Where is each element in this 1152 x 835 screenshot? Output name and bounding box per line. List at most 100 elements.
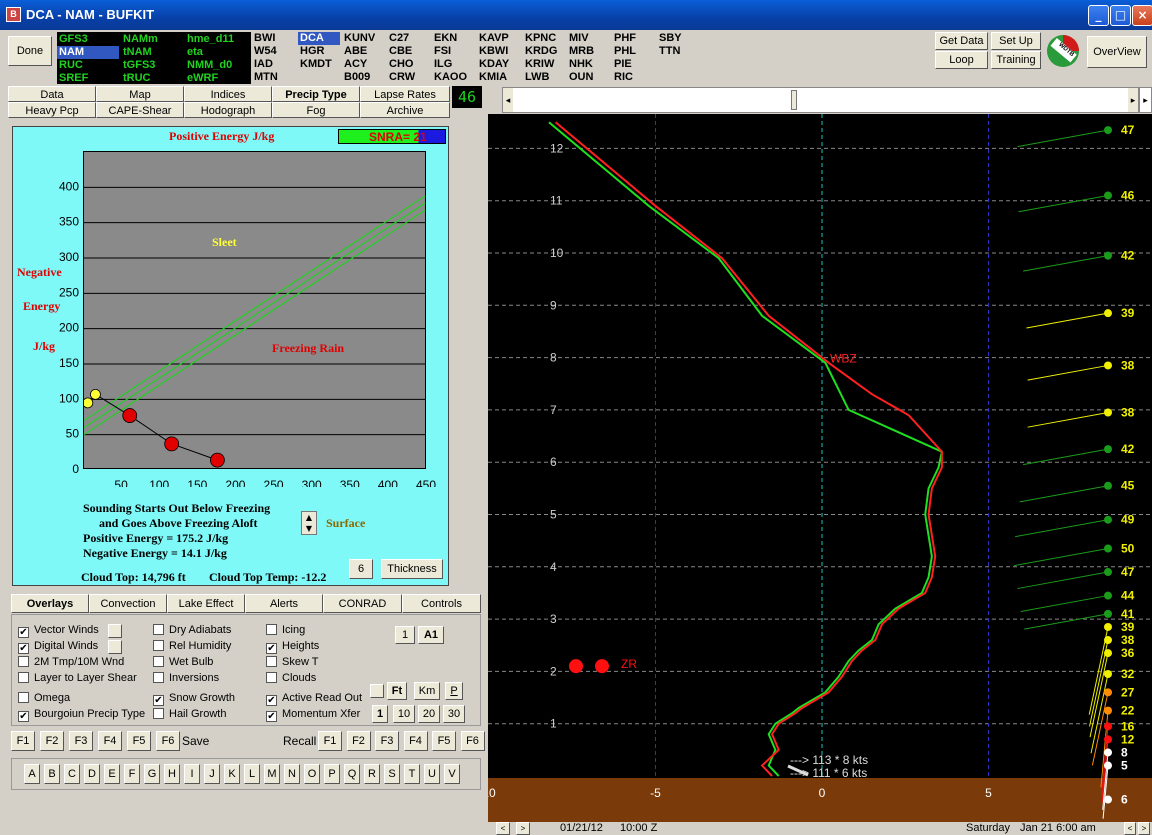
tab-conrad[interactable]: CONRAD — [323, 594, 402, 613]
checkbox-inversions[interactable]: Inversions — [153, 672, 219, 684]
checkbox-digital-winds[interactable]: ✔ Digital Winds — [18, 640, 98, 654]
model-item[interactable]: SREF — [59, 72, 88, 85]
station-item[interactable]: PHF — [614, 32, 636, 45]
fkey-right-f5[interactable]: F5 — [432, 731, 456, 751]
tab-map[interactable]: Map — [96, 86, 184, 102]
interval-10-button[interactable]: 10 — [393, 705, 415, 723]
letter-key-q[interactable]: Q — [344, 764, 360, 784]
letter-key-r[interactable]: R — [364, 764, 380, 784]
done-button[interactable]: Done — [8, 36, 52, 66]
station-item[interactable]: PIE — [614, 58, 632, 71]
letter-key-n[interactable]: N — [284, 764, 300, 784]
tab-cape-shear[interactable]: CAPE-Shear — [96, 102, 184, 118]
model-item[interactable]: NMM_d0 — [187, 59, 232, 72]
surface-spinner[interactable]: ▲ ▼ — [301, 511, 317, 535]
station-item[interactable]: CHO — [389, 58, 413, 71]
fkey-right-f1[interactable]: F1 — [318, 731, 342, 751]
station-item[interactable]: KMDT — [300, 58, 332, 71]
loop-button[interactable]: Loop — [935, 51, 988, 69]
station-item[interactable]: KUNV — [344, 32, 375, 45]
station-item[interactable]: MRB — [569, 45, 594, 58]
checkbox-omega[interactable]: Omega — [18, 692, 70, 704]
station-item[interactable]: HGR — [300, 45, 324, 58]
station-item[interactable]: KRDG — [525, 45, 557, 58]
tab-indices[interactable]: Indices — [184, 86, 272, 102]
letter-key-p[interactable]: P — [324, 764, 340, 784]
tab-controls[interactable]: Controls — [402, 594, 481, 613]
checkbox-dry-adiabats[interactable]: Dry Adiabats — [153, 624, 231, 636]
station-item[interactable]: IAD — [254, 58, 273, 71]
letter-key-c[interactable]: C — [64, 764, 80, 784]
checkbox-rel-humidity[interactable]: Rel Humidity — [153, 640, 231, 652]
station-item[interactable]: MIV — [569, 32, 589, 45]
checkbox-momentum-xfer[interactable]: ✔ Momentum Xfer — [266, 708, 360, 722]
model-item[interactable]: eta — [187, 46, 203, 59]
km-button[interactable]: Km — [414, 682, 440, 700]
set-up-button[interactable]: Set Up — [991, 32, 1041, 50]
station-item[interactable]: W54 — [254, 45, 277, 58]
station-item[interactable]: SBY — [659, 32, 682, 45]
status-left-arrow[interactable]: < — [496, 822, 510, 835]
six-button[interactable]: 6 — [349, 559, 373, 579]
letter-key-e[interactable]: E — [104, 764, 120, 784]
letter-key-j[interactable]: J — [204, 764, 220, 784]
station-item[interactable]: KBWI — [479, 45, 508, 58]
model-item[interactable]: tGFS3 — [123, 59, 155, 72]
fkey-right-f2[interactable]: F2 — [346, 731, 371, 751]
station-item[interactable]: PHL — [614, 45, 636, 58]
station-item[interactable]: KDAY — [479, 58, 509, 71]
station-item[interactable]: DCA — [298, 32, 340, 45]
digital-winds-settings-button[interactable] — [108, 640, 122, 654]
option-1-button[interactable]: 1 — [395, 626, 415, 644]
letter-key-m[interactable]: M — [264, 764, 280, 784]
model-item[interactable]: GFS3 — [59, 33, 88, 46]
letter-key-a[interactable]: A — [24, 764, 40, 784]
checkbox-heights[interactable]: ✔ Heights — [266, 640, 319, 654]
letter-key-b[interactable]: B — [44, 764, 60, 784]
checkbox-active-read-out[interactable]: ✔ Active Read Out — [266, 692, 362, 706]
station-item[interactable]: LWB — [525, 71, 549, 84]
interval-30-button[interactable]: 30 — [443, 705, 465, 723]
tab-archive[interactable]: Archive — [360, 102, 450, 118]
fkey-left-f2[interactable]: F2 — [40, 731, 64, 751]
checkbox-snow-growth[interactable]: ✔ Snow Growth — [153, 692, 235, 706]
status-next-button[interactable]: > — [1138, 822, 1150, 835]
letter-key-k[interactable]: K — [224, 764, 240, 784]
station-item[interactable]: NHK — [569, 58, 593, 71]
model-item[interactable]: NAMm — [123, 33, 158, 46]
checkbox-hail-growth[interactable]: Hail Growth — [153, 708, 226, 720]
station-item[interactable]: KRIW — [525, 58, 554, 71]
letter-key-v[interactable]: V — [444, 764, 460, 784]
p-button[interactable]: P — [445, 682, 463, 700]
checkbox-clouds[interactable]: Clouds — [266, 672, 316, 684]
checkbox-layer-to-layer-shear[interactable]: Layer to Layer Shear — [18, 672, 137, 684]
model-item[interactable]: tNAM — [123, 46, 152, 59]
tab-alerts[interactable]: Alerts — [245, 594, 323, 613]
fkey-right-f6[interactable]: F6 — [460, 731, 485, 751]
recall-label[interactable]: Recall — [283, 734, 316, 748]
station-item[interactable]: MTN — [254, 71, 278, 84]
station-item[interactable]: KPNC — [525, 32, 556, 45]
overview-button[interactable]: OverView — [1087, 36, 1147, 68]
letter-key-t[interactable]: T — [404, 764, 420, 784]
scroll-left-arrow[interactable]: ◂ — [503, 88, 513, 112]
checkbox-icing[interactable]: Icing — [266, 624, 305, 636]
fkey-left-f3[interactable]: F3 — [69, 731, 93, 751]
fkey-right-f4[interactable]: F4 — [403, 731, 428, 751]
station-item[interactable]: KMIA — [479, 71, 507, 84]
units-toggle-button[interactable] — [370, 684, 384, 698]
close-button[interactable]: × — [1132, 5, 1152, 26]
fkey-left-f1[interactable]: F1 — [11, 731, 35, 751]
fkey-right-f3[interactable]: F3 — [375, 731, 399, 751]
station-item[interactable]: C27 — [389, 32, 409, 45]
tab-heavy-pcp[interactable]: Heavy Pcp — [8, 102, 96, 118]
station-item[interactable]: ABE — [344, 45, 367, 58]
model-item[interactable]: RUC — [59, 59, 83, 72]
checkbox-skew-t[interactable]: Skew T — [266, 656, 318, 668]
interval-1-button[interactable]: 1 — [372, 705, 388, 723]
status-prev-button[interactable]: < — [1124, 822, 1136, 835]
letter-key-g[interactable]: G — [144, 764, 160, 784]
status-right-arrow[interactable]: > — [516, 822, 530, 835]
save-label[interactable]: Save — [182, 734, 209, 748]
tab-hodograph[interactable]: Hodograph — [184, 102, 272, 118]
